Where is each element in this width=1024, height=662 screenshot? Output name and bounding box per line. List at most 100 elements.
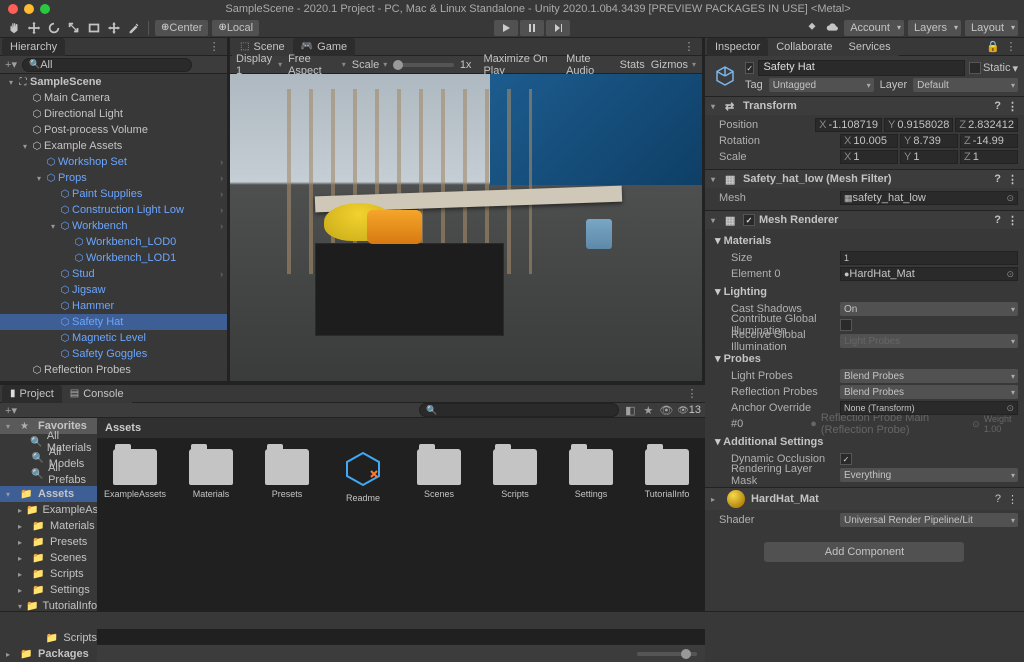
asset-item[interactable]: Scenes — [411, 449, 467, 499]
account-dropdown[interactable]: Account — [844, 20, 904, 36]
custom-tool-icon[interactable] — [126, 20, 142, 36]
folder-row[interactable]: ▸📁Scenes — [0, 550, 97, 566]
component-menu-icon[interactable]: ⋮ — [1007, 214, 1018, 227]
panel-menu-icon[interactable]: ⋮ — [207, 40, 221, 54]
maximize-window-icon[interactable] — [40, 4, 50, 14]
folder-row[interactable]: ▸📁Scripts — [0, 566, 97, 582]
scale-x-input[interactable]: X1 — [840, 150, 898, 164]
materials-size-input[interactable]: 1 — [840, 251, 1018, 265]
create-dropdown-icon[interactable]: +▾ — [4, 58, 18, 72]
help-icon[interactable]: ? — [994, 173, 1001, 186]
hierarchy-row[interactable]: ▾⬡Workbench› — [0, 218, 227, 234]
mesh-renderer-enabled-checkbox[interactable] — [743, 214, 755, 226]
favorite-row[interactable]: 🔍All Prefabs — [0, 466, 97, 482]
mute-audio-toggle[interactable]: Mute Audio — [566, 53, 614, 77]
aspect-dropdown[interactable]: Free Aspect — [288, 53, 346, 77]
asset-item[interactable]: Materials — [183, 449, 239, 499]
layer-dropdown[interactable]: Default — [913, 78, 1018, 92]
gameobject-name-input[interactable]: Safety Hat — [758, 60, 964, 76]
hierarchy-row[interactable]: ⬡Magnetic Level — [0, 330, 227, 346]
console-tab[interactable]: ▤ Console — [62, 385, 132, 403]
scene-root-row[interactable]: ▾⛶ SampleScene — [0, 74, 227, 90]
pivot-rotation-button[interactable]: ⊕ Local — [212, 20, 259, 36]
rect-tool-icon[interactable] — [86, 20, 102, 36]
create-dropdown-icon[interactable]: +▾ — [4, 403, 18, 417]
folder-row[interactable]: ▸📁ExampleAssets — [0, 502, 97, 518]
hierarchy-row[interactable]: ⬡Jigsaw — [0, 282, 227, 298]
gameobject-active-checkbox[interactable] — [745, 62, 754, 74]
hierarchy-row[interactable]: ⬡Post-process Volume — [0, 122, 227, 138]
mesh-field[interactable]: ▦ safety_hat_low — [840, 191, 1018, 205]
assets-root-row[interactable]: ▾📁Assets — [0, 486, 97, 502]
position-z-input[interactable]: Z2.832412 — [955, 118, 1018, 132]
asset-item[interactable]: Readme — [335, 449, 391, 503]
hierarchy-row[interactable]: ⬡Safety Hat — [0, 314, 227, 330]
close-window-icon[interactable] — [8, 4, 18, 14]
favorite-icon[interactable]: ★ — [641, 403, 655, 417]
dynamic-occlusion-checkbox[interactable] — [840, 453, 852, 465]
render-layer-mask-dropdown[interactable]: Everything — [840, 468, 1018, 482]
hierarchy-search[interactable]: 🔍 All — [22, 58, 192, 72]
hierarchy-row[interactable]: ⬡Safety Goggles — [0, 346, 227, 362]
step-button[interactable] — [546, 20, 570, 36]
layers-dropdown[interactable]: Layers — [908, 20, 961, 36]
collab-icon[interactable] — [804, 20, 820, 36]
inspector-body[interactable]: Safety Hat Static▾ Tag Untagged Layer De… — [705, 56, 1024, 611]
hierarchy-row[interactable]: ⬡Hammer — [0, 298, 227, 314]
packages-row[interactable]: ▸📁Packages — [0, 646, 97, 662]
pause-button[interactable] — [520, 20, 544, 36]
folder-row[interactable]: 📁Scripts — [0, 630, 97, 646]
project-search[interactable]: 🔍 — [419, 403, 619, 417]
tag-dropdown[interactable]: Untagged — [769, 78, 874, 92]
rotation-y-input[interactable]: Y8.739 — [900, 134, 958, 148]
services-tab[interactable]: Services — [841, 38, 899, 56]
hidden-icon[interactable]: 👁 — [659, 403, 673, 417]
maximize-on-play-toggle[interactable]: Maximize On Play — [483, 53, 560, 77]
game-viewport[interactable] — [230, 74, 702, 382]
asset-item[interactable]: Scripts — [487, 449, 543, 499]
contribute-gi-checkbox[interactable] — [840, 319, 852, 331]
asset-item[interactable]: Presets — [259, 449, 315, 499]
minimize-window-icon[interactable] — [24, 4, 34, 14]
hierarchy-row[interactable]: ⬡Construction Light Low› — [0, 202, 227, 218]
scale-z-input[interactable]: Z1 — [960, 150, 1018, 164]
inspector-tab[interactable]: Inspector — [707, 38, 768, 56]
rotate-tool-icon[interactable] — [46, 20, 62, 36]
hand-tool-icon[interactable] — [6, 20, 22, 36]
position-x-input[interactable]: X-1.108719 — [815, 118, 882, 132]
hierarchy-row[interactable]: ⬡Reflection Probes — [0, 362, 227, 378]
rotation-x-input[interactable]: X10.005 — [840, 134, 898, 148]
collaborate-tab[interactable]: Collaborate — [768, 38, 840, 56]
cloud-icon[interactable] — [824, 20, 840, 36]
stats-toggle[interactable]: Stats — [620, 59, 645, 71]
component-menu-icon[interactable]: ⋮ — [1007, 173, 1018, 186]
hierarchy-row[interactable]: ⬡Workbench_LOD1 — [0, 250, 227, 266]
asset-item[interactable]: Settings — [563, 449, 619, 499]
scale-tool-icon[interactable] — [66, 20, 82, 36]
lock-icon[interactable]: 🔒 — [986, 40, 1000, 54]
help-icon[interactable]: ? — [994, 214, 1001, 227]
folder-row[interactable]: ▸📁Settings — [0, 582, 97, 598]
pivot-mode-button[interactable]: ⊕ Center — [155, 20, 208, 36]
hierarchy-row[interactable]: ▾⬡Example Assets — [0, 138, 227, 154]
hierarchy-tab[interactable]: Hierarchy — [2, 38, 65, 56]
panel-menu-icon[interactable]: ⋮ — [1004, 40, 1018, 54]
project-tab[interactable]: ▮ Project — [2, 385, 62, 403]
cast-shadows-dropdown[interactable]: On — [840, 302, 1018, 316]
rotation-z-input[interactable]: Z-14.99 — [960, 134, 1018, 148]
material-header[interactable]: ▸ HardHat_Mat ?⋮ — [705, 488, 1024, 510]
folder-row[interactable]: ▸📁Materials — [0, 518, 97, 534]
help-icon[interactable]: ? — [994, 100, 1001, 113]
play-button[interactable] — [494, 20, 518, 36]
transform-tool-icon[interactable] — [106, 20, 122, 36]
asset-item[interactable]: ExampleAssets — [107, 449, 163, 499]
hierarchy-row[interactable]: ⬡Directional Light — [0, 106, 227, 122]
component-menu-icon[interactable]: ⋮ — [1007, 493, 1018, 506]
static-checkbox[interactable] — [969, 62, 981, 74]
move-tool-icon[interactable] — [26, 20, 42, 36]
display-dropdown[interactable]: Display 1 — [236, 53, 282, 77]
light-probes-dropdown[interactable]: Blend Probes — [840, 369, 1018, 383]
anchor-override-field[interactable]: None (Transform) — [840, 401, 1018, 415]
position-y-input[interactable]: Y0.9158028 — [884, 118, 953, 132]
scale-slider[interactable] — [393, 63, 454, 67]
